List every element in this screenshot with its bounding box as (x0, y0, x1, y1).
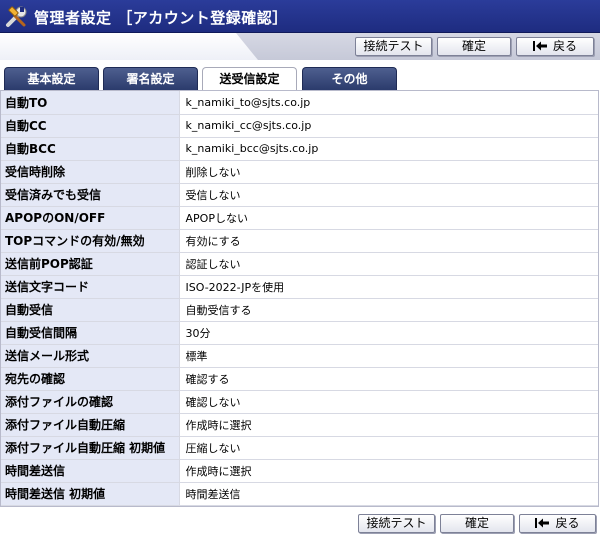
setting-label: 自動受信間隔 (1, 321, 180, 345)
tab-other[interactable]: その他 (302, 67, 397, 90)
bottom-connection-test-label: 接続テスト (366, 516, 427, 530)
connection-test-button[interactable]: 接続テスト (355, 37, 432, 56)
setting-label: TOPコマンドの有効/無効 (1, 229, 180, 253)
table-row: 送信文字コード ISO-2022-JPを使用 (1, 275, 598, 299)
table-row: 時間差送信 作成時に選択 (1, 459, 598, 483)
tab-basic-settings[interactable]: 基本設定 (4, 67, 99, 90)
table-row: APOPのON/OFF APOPしない (1, 206, 598, 230)
setting-label: 送信文字コード (1, 275, 180, 299)
back-arrow-icon (532, 41, 547, 51)
tab-send-receive-settings[interactable]: 送受信設定 (202, 67, 297, 91)
setting-value: 確認しない (179, 390, 598, 414)
setting-value: 受信しない (179, 183, 598, 207)
setting-label: 自動CC (1, 114, 180, 138)
setting-label: 受信時削除 (1, 160, 180, 184)
table-row: 自動TO k_namiki_to@sjts.co.jp (1, 91, 598, 115)
table-row: 自動BCC k_namiki_bcc@sjts.co.jp (1, 137, 598, 161)
setting-label: APOPのON/OFF (1, 206, 180, 230)
bottom-back-arrow-icon (535, 518, 550, 528)
confirm-button[interactable]: 確定 (437, 37, 511, 56)
table-row: 自動CC k_namiki_cc@sjts.co.jp (1, 114, 598, 138)
tab-signature-settings[interactable]: 署名設定 (103, 67, 198, 90)
setting-value: 作成時に選択 (179, 413, 598, 437)
tools-icon (6, 6, 27, 27)
table-row: 自動受信間隔 30分 (1, 321, 598, 345)
setting-label: 宛先の確認 (1, 367, 180, 391)
table-row: 受信済みでも受信 受信しない (1, 183, 598, 207)
setting-label: 自動TO (1, 91, 180, 115)
table-row: 時間差送信 初期値 時間差送信 (1, 482, 598, 506)
table-row: 添付ファイルの確認 確認しない (1, 390, 598, 414)
setting-label: 送信前POP認証 (1, 252, 180, 276)
setting-value: 確認する (179, 367, 598, 391)
table-row: 受信時削除 削除しない (1, 160, 598, 184)
setting-value: 30分 (179, 321, 598, 345)
setting-label: 受信済みでも受信 (1, 183, 180, 207)
back-button[interactable]: 戻る (516, 37, 594, 56)
setting-value: 有効にする (179, 229, 598, 253)
setting-value: k_namiki_bcc@sjts.co.jp (179, 137, 598, 161)
app-header: 管理者設定 ［アカウント登録確認］ (0, 0, 600, 33)
setting-value: 認証しない (179, 252, 598, 276)
settings-tabs: 基本設定 署名設定 送受信設定 その他 (0, 67, 600, 91)
bottom-confirm-label: 確定 (464, 516, 489, 530)
setting-value: 自動受信する (179, 298, 598, 322)
setting-value: 作成時に選択 (179, 459, 598, 483)
table-row: 自動受信 自動受信する (1, 298, 598, 322)
setting-value: 標準 (179, 344, 598, 368)
connection-test-label: 接続テスト (363, 39, 424, 53)
setting-label: 時間差送信 (1, 459, 180, 483)
table-row: 宛先の確認 確認する (1, 367, 598, 391)
setting-label: 添付ファイルの確認 (1, 390, 180, 414)
back-label: 戻る (552, 39, 577, 53)
setting-label: 添付ファイル自動圧縮 初期値 (1, 436, 180, 460)
page-title: 管理者設定 ［アカウント登録確認］ (34, 9, 288, 27)
table-row: 送信前POP認証 認証しない (1, 252, 598, 276)
bottom-confirm-button[interactable]: 確定 (440, 514, 514, 533)
setting-value: 時間差送信 (179, 482, 598, 506)
setting-value: k_namiki_to@sjts.co.jp (179, 91, 598, 115)
table-row: 添付ファイル自動圧縮 作成時に選択 (1, 413, 598, 437)
setting-value: 削除しない (179, 160, 598, 184)
table-row: 添付ファイル自動圧縮 初期値 圧縮しない (1, 436, 598, 460)
setting-label: 時間差送信 初期値 (1, 482, 180, 506)
setting-label: 自動BCC (1, 137, 180, 161)
bottom-back-button[interactable]: 戻る (519, 514, 596, 533)
setting-value: k_namiki_cc@sjts.co.jp (179, 114, 598, 138)
setting-label: 自動受信 (1, 298, 180, 322)
confirm-label: 確定 (461, 39, 486, 53)
setting-value: APOPしない (179, 206, 598, 230)
bottom-back-label: 戻る (555, 516, 580, 530)
table-row: 送信メール形式 標準 (1, 344, 598, 368)
setting-label: 送信メール形式 (1, 344, 180, 368)
setting-label: 添付ファイル自動圧縮 (1, 413, 180, 437)
setting-value: ISO-2022-JPを使用 (179, 275, 598, 299)
settings-table: 自動TO k_namiki_to@sjts.co.jp 自動CC k_namiki_c… (0, 90, 599, 507)
setting-value: 圧縮しない (179, 436, 598, 460)
table-row: TOPコマンドの有効/無効 有効にする (1, 229, 598, 253)
bottom-connection-test-button[interactable]: 接続テスト (358, 514, 435, 533)
